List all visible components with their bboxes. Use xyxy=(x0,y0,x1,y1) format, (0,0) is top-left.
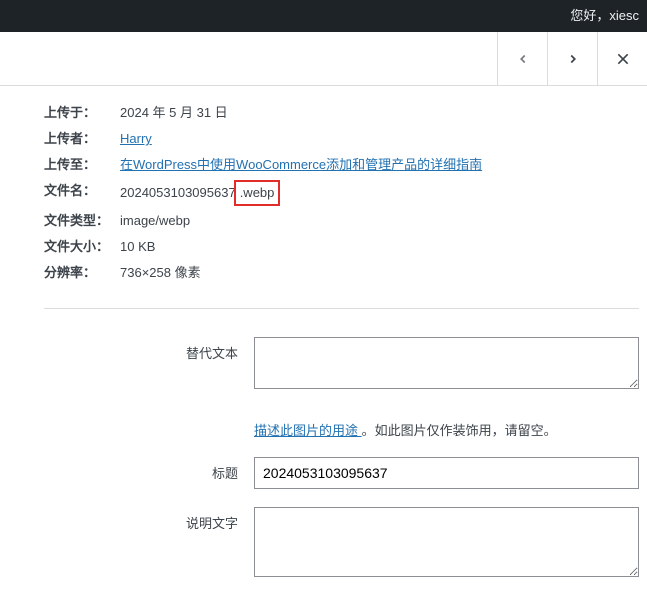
meta-uploaded-on: 上传于： 2024 年 5 月 31 日 xyxy=(44,102,639,124)
meta-label: 文件名： xyxy=(44,180,120,206)
modal-nav-row xyxy=(0,32,647,86)
alt-help-row: 描述此图片的用途 。如此图片仅作装饰用，请留空。 xyxy=(44,410,639,439)
meta-label: 上传者： xyxy=(44,128,120,150)
attachment-details: 上传于： 2024 年 5 月 31 日 上传者： Harry 上传至： 在Wo… xyxy=(0,86,647,614)
filename-base: 2024053103095637 xyxy=(120,182,236,204)
alt-text-row: 替代文本 xyxy=(44,337,639,392)
close-button[interactable] xyxy=(597,32,647,85)
caption-input[interactable] xyxy=(254,507,639,577)
meta-filesize: 文件大小： 10 KB xyxy=(44,236,639,258)
meta-label: 分辨率： xyxy=(44,262,120,284)
meta-dimensions: 分辨率： 736×258 像素 xyxy=(44,262,639,284)
caption-row: 说明文字 xyxy=(44,507,639,580)
filename-extension-highlight: .webp xyxy=(234,180,281,206)
section-divider xyxy=(44,308,639,309)
alt-text-label: 替代文本 xyxy=(44,337,254,392)
alt-help-rest: 。如此图片仅作装饰用，请留空。 xyxy=(362,423,557,438)
meta-uploaded-to: 上传至： 在WordPress中使用WooCommerce添加和管理产品的详细指… xyxy=(44,154,639,176)
next-button[interactable] xyxy=(547,32,597,85)
meta-uploaded-by: 上传者： Harry xyxy=(44,128,639,150)
meta-label: 文件类型： xyxy=(44,210,120,232)
admin-topbar: 您好，xiesc xyxy=(0,0,647,32)
filename-value: 2024053103095637.webp xyxy=(120,180,280,206)
meta-value: 10 KB xyxy=(120,236,155,258)
meta-value: 2024 年 5 月 31 日 xyxy=(120,102,228,124)
title-label: 标题 xyxy=(44,457,254,489)
title-row: 标题 xyxy=(44,457,639,489)
meta-value: 736×258 像素 xyxy=(120,262,201,284)
meta-value: image/webp xyxy=(120,210,190,232)
topbar-greeting: 您好，xiesc xyxy=(570,8,639,23)
attached-post-link[interactable]: 在WordPress中使用WooCommerce添加和管理产品的详细指南 xyxy=(120,154,482,176)
alt-help-link[interactable]: 描述此图片的用途 xyxy=(254,423,362,438)
title-input[interactable] xyxy=(254,457,639,489)
uploader-link[interactable]: Harry xyxy=(120,128,152,150)
meta-label: 上传于： xyxy=(44,102,120,124)
meta-label: 上传至： xyxy=(44,154,120,176)
meta-filename: 文件名： 2024053103095637.webp xyxy=(44,180,639,206)
meta-label: 文件大小： xyxy=(44,236,120,258)
chevron-right-icon xyxy=(566,52,580,66)
caption-label: 说明文字 xyxy=(44,507,254,580)
alt-help-text: 描述此图片的用途 。如此图片仅作装饰用，请留空。 xyxy=(254,420,639,439)
close-icon xyxy=(615,51,631,67)
alt-text-input[interactable] xyxy=(254,337,639,389)
meta-filetype: 文件类型： image/webp xyxy=(44,210,639,232)
prev-button[interactable] xyxy=(497,32,547,85)
chevron-left-icon xyxy=(516,52,530,66)
